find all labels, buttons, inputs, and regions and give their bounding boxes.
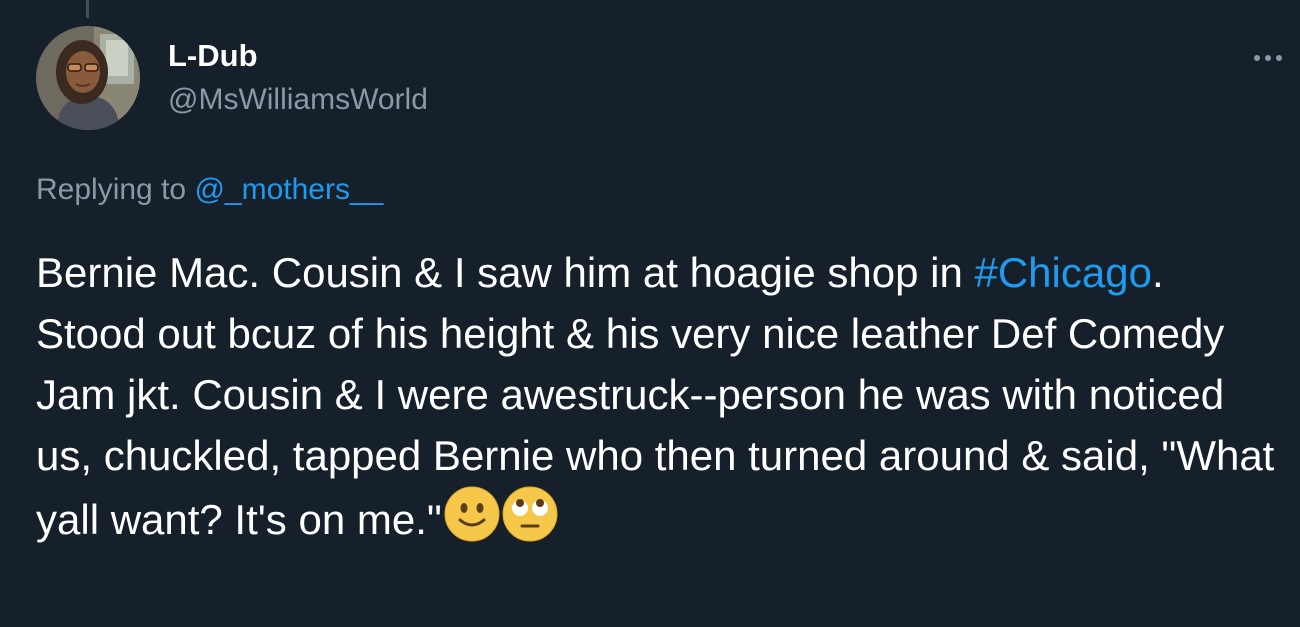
- slightly-smiling-face-emoji: [444, 486, 500, 558]
- face-with-rolling-eyes-emoji: [502, 486, 558, 558]
- profile-photo-icon: [36, 26, 140, 130]
- more-options-button[interactable]: [1248, 40, 1288, 76]
- more-horizontal-icon: [1254, 55, 1282, 61]
- tweet-text-part1: Bernie Mac. Cousin & I saw him at hoagie…: [36, 249, 975, 296]
- hashtag-chicago-link[interactable]: #Chicago: [974, 249, 1151, 296]
- tweet-text: Bernie Mac. Cousin & I saw him at hoagie…: [36, 242, 1276, 558]
- user-handle[interactable]: @MsWilliamsWorld: [168, 80, 428, 120]
- avatar[interactable]: [36, 26, 140, 130]
- replying-to-mention-link[interactable]: @_mothers__: [194, 173, 383, 206]
- thread-connector-line: [86, 0, 89, 18]
- replying-to-label: Replying to: [36, 173, 187, 206]
- replying-to-line: Replying to @_mothers__: [36, 168, 383, 212]
- display-name[interactable]: L-Dub: [168, 36, 258, 76]
